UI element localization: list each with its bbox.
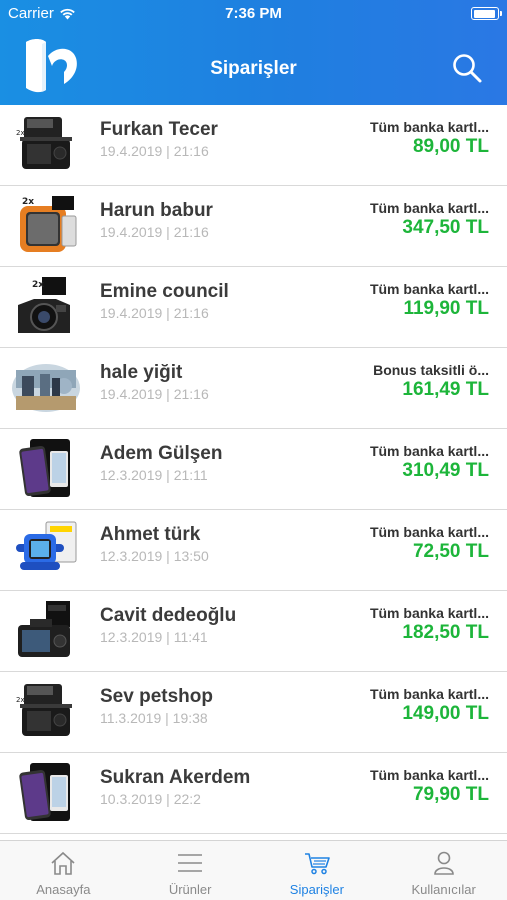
tab-label: Anasayfa	[36, 882, 91, 897]
order-row[interactable]: 2x Emine council 19.4.2019 | 21:16 Tüm bank…	[0, 267, 507, 348]
order-date: 19.4.2019 | 21:16	[100, 143, 209, 159]
order-row[interactable]: hale yiğit 19.4.2019 | 21:16 Bonus taksitl…	[0, 348, 507, 429]
user-icon	[433, 851, 454, 875]
product-thumbnail	[12, 364, 80, 412]
product-thumbnail: 2x	[16, 684, 72, 736]
customer-name: Sev petshop	[100, 686, 213, 707]
home-icon	[51, 851, 75, 875]
order-date: 19.4.2019 | 21:16	[100, 386, 209, 402]
tab-label: Kullanıcılar	[411, 882, 476, 897]
status-time: 7:36 PM	[225, 5, 282, 22]
navbar: Siparişler	[0, 30, 507, 105]
order-date: 12.3.2019 | 11:41	[100, 629, 208, 645]
payment-method: Bonus taksitli ö...	[373, 362, 489, 378]
order-date: 11.3.2019 | 19:38	[100, 710, 208, 726]
order-amount: 89,00 TL	[412, 136, 489, 157]
product-thumbnail: 2x	[18, 277, 70, 333]
customer-name: Cavit dedeoğlu	[100, 605, 237, 626]
tab-cart[interactable]: Siparişler	[254, 841, 381, 900]
order-amount: 72,50 TL	[412, 541, 489, 562]
payment-method: Tüm banka kartl...	[369, 281, 489, 297]
order-date: 19.4.2019 | 21:16	[100, 305, 209, 321]
customer-name: Harun babur	[100, 200, 213, 221]
order-date: 10.3.2019 | 22:2	[100, 791, 201, 807]
order-row[interactable]: 2x Sev petshop 11.3.2019 | 19:38 Tüm banka …	[0, 672, 507, 753]
order-date: 19.4.2019 | 21:16	[100, 224, 209, 240]
order-amount: 182,50 TL	[402, 622, 489, 643]
payment-method: Tüm banka kartl...	[369, 524, 489, 540]
payment-method: Tüm banka kartl...	[369, 605, 489, 621]
product-thumbnail: 2x	[20, 196, 77, 252]
tab-list[interactable]: Ürünler	[127, 841, 254, 900]
order-row[interactable]: Ahmet türk 12.3.2019 | 13:50 Tüm banka kar…	[0, 510, 507, 591]
svg-text:2x: 2x	[32, 280, 44, 290]
product-thumbnail: 2x	[16, 117, 72, 169]
header: Carrier 7:36 PM Siparişler	[0, 0, 507, 105]
order-amount: 347,50 TL	[402, 217, 489, 238]
product-thumbnail	[18, 601, 70, 657]
product-thumbnail	[19, 439, 70, 497]
order-amount: 310,49 TL	[402, 460, 489, 481]
tab-label: Siparişler	[289, 882, 344, 897]
order-row[interactable]: Sukran Akerdem 10.3.2019 | 22:2 Tüm banka …	[0, 753, 507, 834]
order-date: 12.3.2019 | 21:11	[100, 467, 208, 483]
search-icon[interactable]	[451, 52, 483, 84]
customer-name: Adem Gülşen	[100, 443, 223, 464]
cart-icon	[304, 853, 330, 875]
order-row[interactable]: Cavit dedeoğlu 12.3.2019 | 11:41 Tüm banka…	[0, 591, 507, 672]
status-bar: Carrier 7:36 PM	[0, 0, 507, 28]
orders-screen: Carrier 7:36 PM Siparişler 2x Furkan Tec…	[0, 0, 507, 900]
customer-name: Emine council	[100, 281, 229, 302]
tab-bar: Anasayfa Ürünler Siparişler Kullanıcılar	[0, 840, 507, 900]
payment-method: Tüm banka kartl...	[369, 443, 489, 459]
list-icon	[178, 854, 203, 872]
payment-method: Tüm banka kartl...	[369, 767, 489, 783]
battery-level	[473, 9, 496, 18]
customer-name: hale yiğit	[100, 362, 183, 383]
battery-icon	[471, 7, 502, 20]
order-amount: 79,90 TL	[412, 784, 489, 805]
svg-text:2x: 2x	[16, 129, 25, 137]
product-thumbnail	[19, 763, 70, 821]
svg-text:2x: 2x	[16, 696, 25, 704]
tab-label: Ürünler	[168, 882, 212, 897]
page-title: Siparişler	[210, 58, 297, 79]
customer-name: Sukran Akerdem	[100, 767, 251, 788]
tab-home[interactable]: Anasayfa	[0, 841, 127, 900]
customer-name: Ahmet türk	[100, 524, 201, 545]
order-amount: 119,90 TL	[403, 298, 489, 319]
order-row[interactable]: Adem Gülşen 12.3.2019 | 21:11 Tüm banka ka…	[0, 429, 507, 510]
order-date: 12.3.2019 | 13:50	[100, 548, 209, 564]
payment-method: Tüm banka kartl...	[369, 119, 489, 135]
order-amount: 161,49 TL	[402, 379, 489, 400]
payment-method: Tüm banka kartl...	[369, 686, 489, 702]
customer-name: Furkan Tecer	[100, 119, 218, 140]
tab-user[interactable]: Kullanıcılar	[380, 841, 507, 900]
svg-text:2x: 2x	[22, 197, 34, 207]
payment-method: Tüm banka kartl...	[369, 200, 489, 216]
product-thumbnail	[16, 521, 77, 570]
order-amount: 149,00 TL	[402, 703, 489, 724]
order-row[interactable]: 2x Furkan Tecer 19.4.2019 | 21:16 Tüm banka…	[0, 105, 507, 186]
order-list: 2x Furkan Tecer 19.4.2019 | 21:16 Tüm banka…	[0, 105, 507, 834]
order-row[interactable]: 2x Harun babur 19.4.2019 | 21:16 Tüm banka …	[0, 186, 507, 267]
